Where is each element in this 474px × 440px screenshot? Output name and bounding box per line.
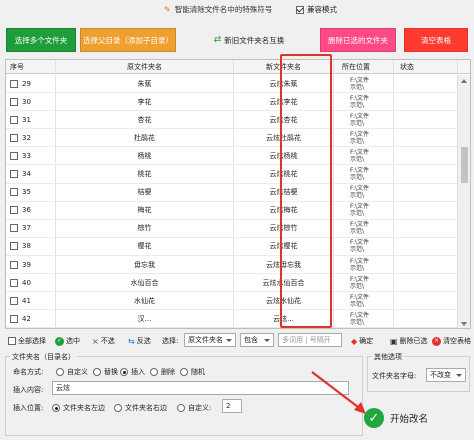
start-rename-button[interactable]: ✓ 开始改名 [364,404,464,432]
check-circle-icon: ✓ [364,408,384,428]
arrow-annotation [311,371,366,414]
